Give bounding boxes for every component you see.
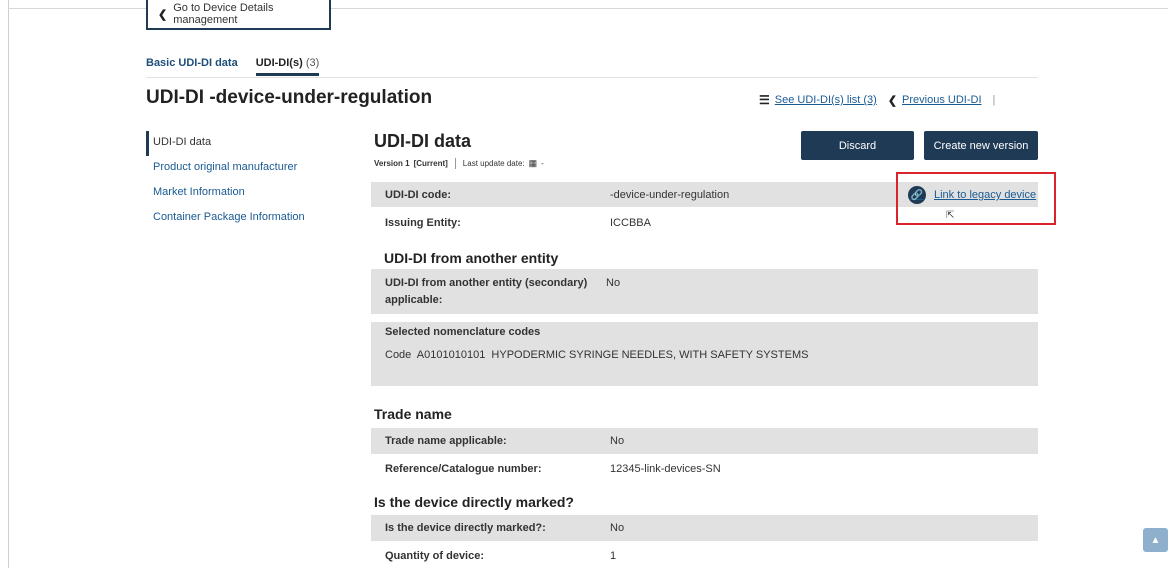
version-info: Version 1 [Current] Last update date: ▦ … bbox=[374, 158, 544, 169]
trade-name-applicable-label: Trade name applicable: bbox=[385, 435, 507, 447]
see-udi-list-link[interactable]: See UDI-DI(s) list (3) bbox=[775, 94, 877, 106]
page-title: UDI-DI -device-under-regulation bbox=[146, 87, 433, 108]
scroll-to-top-button[interactable]: ▲ bbox=[1143, 528, 1168, 552]
tab-count: (3) bbox=[305, 57, 320, 69]
quantity-row: Quantity of device: 1 bbox=[371, 543, 1038, 568]
trade-name-applicable-row: Trade name applicable: No bbox=[371, 428, 1038, 454]
tabs-divider bbox=[146, 77, 1038, 78]
direct-marking-title: Is the device directly marked? bbox=[374, 494, 574, 510]
version-status: [Current] bbox=[413, 159, 448, 168]
issuing-entity-label: Issuing Entity: bbox=[385, 217, 461, 229]
secondary-applicable-label-line2: applicable: bbox=[385, 294, 443, 306]
nav-separator: | bbox=[992, 94, 996, 106]
go-to-device-details-button[interactable]: ❮ Go to Device Details management bbox=[146, 0, 331, 30]
create-new-version-button[interactable]: Create new version bbox=[924, 131, 1038, 160]
discard-button[interactable]: Discard bbox=[801, 131, 914, 160]
chevron-left-icon: ❮ bbox=[158, 8, 168, 21]
trade-name-title: Trade name bbox=[374, 406, 452, 422]
calendar-icon: ▦ bbox=[528, 158, 538, 168]
sidebar-item-product-original-manufacturer[interactable]: Product original manufacturer bbox=[146, 156, 346, 181]
back-button-label: Go to Device Details management bbox=[173, 2, 274, 26]
previous-udi-link[interactable]: Previous UDI-DI bbox=[902, 94, 981, 106]
tabs: Basic UDI-DI data UDI-DI(s) (3) bbox=[146, 57, 319, 77]
chevron-up-icon: ▲ bbox=[1150, 534, 1161, 546]
last-update-value: - bbox=[541, 159, 544, 168]
sidebar-item-container-package-information[interactable]: Container Package Information bbox=[146, 206, 346, 231]
udi-navigation: ☰ See UDI-DI(s) list (3) ❮ Previous UDI-… bbox=[759, 93, 995, 107]
sidebar-item-udi-di-data[interactable]: UDI-DI data bbox=[146, 131, 346, 156]
chevron-left-icon: ❮ bbox=[887, 94, 898, 107]
reference-number-row: Reference/Catalogue number: 12345-link-d… bbox=[371, 456, 1038, 482]
directly-marked-row: Is the device directly marked?: No bbox=[371, 515, 1038, 541]
nomenclature-row: Selected nomenclature codes Code A010101… bbox=[371, 322, 1038, 386]
another-entity-title: UDI-DI from another entity bbox=[384, 250, 559, 266]
sidebar-item-market-information[interactable]: Market Information bbox=[146, 181, 346, 206]
secondary-applicable-label-line1: UDI-DI from another entity (secondary) bbox=[385, 277, 588, 289]
udi-code-label: UDI-DI code: bbox=[385, 189, 451, 201]
reference-number-label: Reference/Catalogue number: bbox=[385, 463, 542, 475]
version-divider bbox=[454, 158, 456, 169]
list-icon: ☰ bbox=[759, 93, 770, 107]
udi-code-value: -device-under-regulation bbox=[610, 189, 730, 201]
issuing-entity-row: Issuing Entity: ICCBBA bbox=[371, 210, 1038, 235]
page-frame-left bbox=[8, 0, 9, 568]
secondary-applicable-row: UDI-DI from another entity (secondary) a… bbox=[371, 269, 1038, 314]
reference-number-value: 12345-link-devices-SN bbox=[610, 463, 721, 475]
section-title: UDI-DI data bbox=[374, 131, 472, 151]
nomenclature-value: Code A0101010101 HYPODERMIC SYRINGE NEED… bbox=[385, 349, 809, 361]
directly-marked-label: Is the device directly marked?: bbox=[385, 522, 546, 534]
directly-marked-value: No bbox=[610, 522, 625, 534]
issuing-entity-value: ICCBBA bbox=[610, 217, 651, 229]
section-sidebar: UDI-DI data Product original manufacture… bbox=[146, 131, 346, 231]
secondary-applicable-value: No bbox=[606, 277, 621, 289]
tab-udi-dis[interactable]: UDI-DI(s) (3) bbox=[255, 57, 320, 77]
last-update-label: Last update date: bbox=[462, 159, 525, 168]
nomenclature-label: Selected nomenclature codes bbox=[385, 326, 541, 338]
quantity-value: 1 bbox=[610, 550, 617, 562]
tab-basic-udi-di-data[interactable]: Basic UDI-DI data bbox=[146, 57, 238, 77]
version-label: Version 1 bbox=[374, 159, 410, 168]
quantity-label: Quantity of device: bbox=[385, 550, 485, 562]
trade-name-applicable-value: No bbox=[610, 435, 625, 447]
